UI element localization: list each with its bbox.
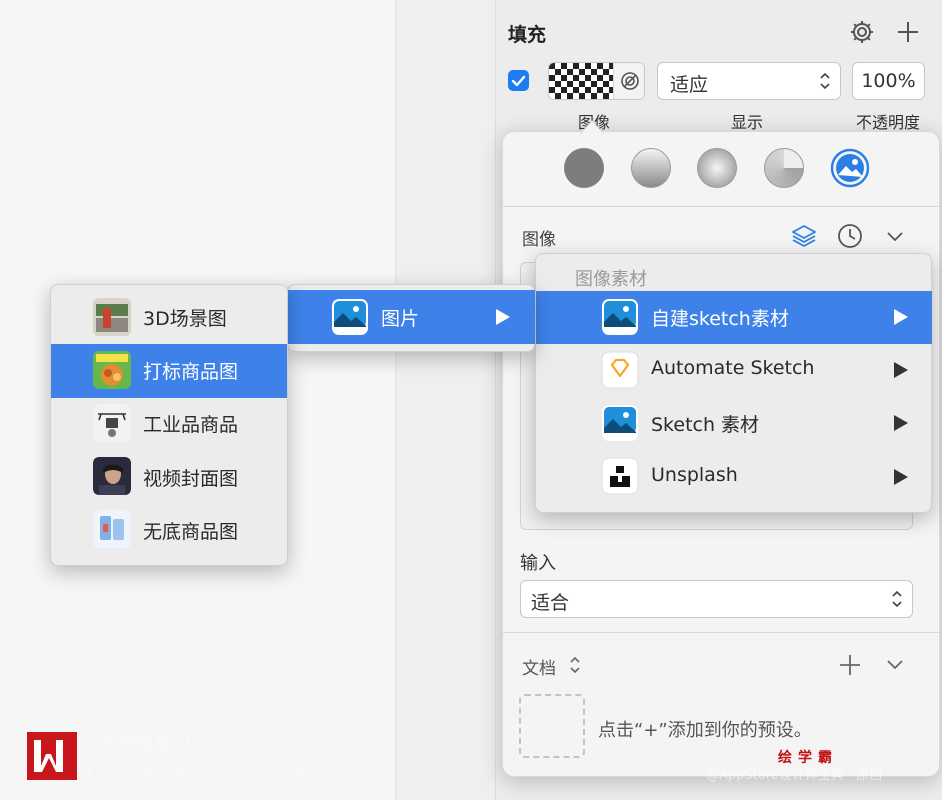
submenu-arrow-icon: [894, 469, 908, 485]
canvas-strip: [395, 0, 495, 800]
sketch-assets-icon: [602, 405, 638, 441]
fill-swatch[interactable]: [548, 62, 645, 100]
menu-item-unsplash[interactable]: Unsplash: [651, 464, 738, 486]
menu-item-automate-sketch[interactable]: Automate Sketch: [651, 357, 814, 379]
watermark-org-sub: 以人为本: [232, 739, 276, 752]
clock-icon[interactable]: [836, 222, 864, 250]
display-mode-select[interactable]: 适应: [657, 62, 841, 100]
image-section-label: 图像: [522, 230, 556, 250]
angular-gradient-type-button[interactable]: [764, 148, 804, 188]
submenu-arrow-icon: [496, 309, 510, 325]
radial-gradient-type-button[interactable]: [697, 148, 737, 188]
menu-item-tagged-product[interactable]: 打标商品图: [143, 357, 238, 384]
preset-hint: 点击“+”添加到你的预设。: [598, 720, 812, 741]
submenu-arrow-icon: [894, 362, 908, 378]
scene-3d-thumbnail: [93, 298, 131, 336]
image-fill-preview[interactable]: [549, 63, 613, 99]
popover-divider: [502, 632, 940, 633]
menu-item-scene-3d[interactable]: 3D场景图: [143, 304, 227, 331]
gear-icon[interactable]: [848, 18, 876, 46]
documents-stepper-icon[interactable]: [568, 654, 582, 676]
watermark-logo-icon: [27, 732, 77, 780]
popover-divider: [502, 206, 940, 207]
fill-enabled-checkbox[interactable]: [508, 70, 529, 91]
solid-fill-type-button[interactable]: [564, 148, 604, 188]
watermark-org-name: 王氏教育集团: [82, 733, 190, 754]
linear-gradient-type-button[interactable]: [631, 148, 671, 188]
watermark-credit: @AppStore设计师宝典 · 原创: [706, 768, 883, 783]
menu-header: 图像素材: [575, 269, 647, 290]
detach-icon: [621, 72, 639, 90]
automate-sketch-icon: [601, 351, 639, 389]
checkmark-icon: [511, 75, 526, 87]
menu-item-images[interactable]: 图片: [381, 304, 419, 331]
video-cover-thumbnail: [93, 457, 131, 495]
image-asset-icon: [602, 299, 638, 335]
fit-mode-select[interactable]: 适合: [520, 580, 913, 618]
image-fill-type-icon[interactable]: [829, 147, 871, 189]
add-fill-icon[interactable]: [894, 18, 922, 46]
layers-icon[interactable]: [790, 222, 818, 250]
submenu-arrow-icon: [894, 415, 908, 431]
chevron-down-icon[interactable]: [883, 224, 907, 248]
caption-opacity: 不透明度: [856, 113, 921, 132]
chevron-down-icon[interactable]: [883, 652, 907, 676]
menu-item-transparent-product[interactable]: 无底商品图: [143, 517, 238, 544]
input-label: 输入: [520, 553, 556, 574]
documents-label: 文档: [522, 659, 556, 679]
add-preset-icon[interactable]: [837, 652, 863, 678]
preset-placeholder[interactable]: [519, 694, 585, 758]
opacity-input[interactable]: 100%: [852, 62, 925, 100]
submenu-arrow-icon: [894, 309, 908, 325]
image-folder-icon: [332, 299, 368, 335]
menu-item-custom-sketch[interactable]: 自建sketch素材: [651, 304, 789, 331]
popover-arrow: [580, 120, 604, 134]
unsplash-icon: [601, 457, 639, 495]
menu-item-sketch-assets[interactable]: Sketch 素材: [651, 410, 759, 437]
transparent-product-thumbnail: [93, 510, 131, 548]
menu-item-industrial-product[interactable]: 工业品商品: [143, 410, 238, 437]
stepper-icon: [892, 590, 902, 608]
tagged-product-thumbnail: [93, 351, 131, 389]
stepper-icon: [820, 72, 830, 90]
menu-item-video-cover[interactable]: 视频封面图: [143, 464, 238, 491]
fill-section-title: 填充: [508, 24, 547, 46]
caption-display: 显示: [731, 113, 764, 132]
fit-mode-value: 适合: [531, 592, 570, 614]
display-mode-value: 适应: [670, 74, 709, 96]
detach-color-button[interactable]: [613, 63, 644, 99]
industrial-product-thumbnail: [93, 404, 131, 442]
watermark-tagline: 精 益 求 精 追 求 卓 越: [82, 767, 315, 780]
